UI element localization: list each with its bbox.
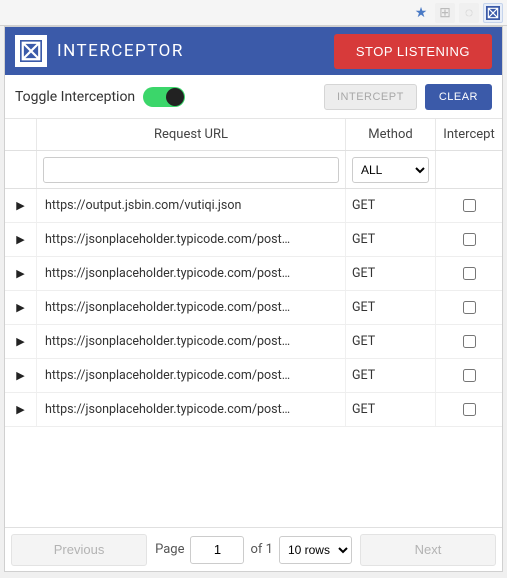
request-method-cell: GET: [346, 359, 436, 392]
intercept-checkbox[interactable]: [463, 267, 476, 280]
intercept-checkbox-cell: [436, 223, 502, 256]
expand-row-icon[interactable]: ▶: [5, 359, 37, 392]
toggle-interception-switch[interactable]: [143, 87, 185, 107]
expand-row-icon[interactable]: ▶: [5, 189, 37, 222]
intercept-checkbox[interactable]: [463, 199, 476, 212]
app-panel: INTERCEPTOR STOP LISTENING Toggle Interc…: [4, 26, 503, 572]
intercept-checkbox[interactable]: [463, 403, 476, 416]
page-number-input[interactable]: [190, 536, 244, 564]
table-row: ▶https://jsonplaceholder.typicode.com/po…: [5, 393, 502, 427]
expand-row-icon[interactable]: ▶: [5, 257, 37, 290]
rows-per-page-select[interactable]: 5 rows10 rows20 rows50 rows: [279, 536, 352, 564]
of-total-label: of 1: [250, 542, 272, 557]
col-expand-header: [5, 119, 37, 150]
request-method-cell: GET: [346, 325, 436, 358]
interceptor-extension-icon[interactable]: [483, 3, 503, 23]
url-filter-input[interactable]: [43, 157, 339, 183]
next-button[interactable]: Next: [360, 534, 496, 566]
toggle-knob: [166, 88, 184, 106]
request-method-cell: GET: [346, 223, 436, 256]
intercept-button[interactable]: INTERCEPT: [324, 84, 417, 110]
pagination: Previous Page of 1 5 rows10 rows20 rows5…: [5, 527, 502, 571]
bookmark-star-icon[interactable]: ★: [411, 3, 431, 23]
table-header: Request URL Method Intercept: [5, 119, 502, 151]
request-table: Request URL Method Intercept ALLGETPOSTP…: [5, 119, 502, 527]
request-url-cell: https://jsonplaceholder.typicode.com/pos…: [37, 325, 346, 358]
expand-row-icon[interactable]: ▶: [5, 325, 37, 358]
request-method-cell: GET: [346, 393, 436, 426]
intercept-checkbox-cell: [436, 291, 502, 324]
app-header: INTERCEPTOR STOP LISTENING: [5, 27, 502, 75]
app-title: INTERCEPTOR: [57, 41, 324, 61]
intercept-checkbox[interactable]: [463, 335, 476, 348]
table-row: ▶https://jsonplaceholder.typicode.com/po…: [5, 257, 502, 291]
toolbar: Toggle Interception INTERCEPT CLEAR: [5, 75, 502, 119]
table-body: ▶https://output.jsbin.com/vutiqi.jsonGET…: [5, 189, 502, 527]
pager-info: Page of 1 5 rows10 rows20 rows50 rows: [155, 536, 352, 564]
request-method-cell: GET: [346, 189, 436, 222]
intercept-checkbox-cell: [436, 393, 502, 426]
expand-row-icon[interactable]: ▶: [5, 393, 37, 426]
extension-icon-2[interactable]: ◌: [459, 3, 479, 23]
request-url-cell: https://jsonplaceholder.typicode.com/pos…: [37, 359, 346, 392]
app-logo-icon: [15, 35, 47, 67]
clear-button[interactable]: CLEAR: [425, 84, 492, 110]
request-url-cell: https://jsonplaceholder.typicode.com/pos…: [37, 223, 346, 256]
table-row: ▶https://jsonplaceholder.typicode.com/po…: [5, 223, 502, 257]
method-filter-select[interactable]: ALLGETPOSTPUTDELETE: [352, 157, 429, 183]
request-url-cell: https://jsonplaceholder.typicode.com/pos…: [37, 291, 346, 324]
filter-row: ALLGETPOSTPUTDELETE: [5, 151, 502, 189]
extension-icon-1[interactable]: ⊞: [435, 3, 455, 23]
col-method-header[interactable]: Method: [346, 119, 436, 150]
request-url-cell: https://jsonplaceholder.typicode.com/pos…: [37, 393, 346, 426]
intercept-checkbox[interactable]: [463, 369, 476, 382]
table-row: ▶https://jsonplaceholder.typicode.com/po…: [5, 325, 502, 359]
request-method-cell: GET: [346, 257, 436, 290]
request-method-cell: GET: [346, 291, 436, 324]
intercept-checkbox-cell: [436, 189, 502, 222]
expand-row-icon[interactable]: ▶: [5, 291, 37, 324]
intercept-checkbox-cell: [436, 257, 502, 290]
toggle-interception-label: Toggle Interception: [15, 89, 135, 105]
stop-listening-button[interactable]: STOP LISTENING: [334, 34, 492, 69]
request-url-cell: https://output.jsbin.com/vutiqi.json: [37, 189, 346, 222]
intercept-checkbox[interactable]: [463, 301, 476, 314]
request-url-cell: https://jsonplaceholder.typicode.com/pos…: [37, 257, 346, 290]
intercept-checkbox-cell: [436, 359, 502, 392]
table-row: ▶https://jsonplaceholder.typicode.com/po…: [5, 359, 502, 393]
expand-row-icon[interactable]: ▶: [5, 223, 37, 256]
intercept-checkbox[interactable]: [463, 233, 476, 246]
table-row: ▶https://output.jsbin.com/vutiqi.jsonGET: [5, 189, 502, 223]
table-row: ▶https://jsonplaceholder.typicode.com/po…: [5, 291, 502, 325]
browser-toolbar: ★ ⊞ ◌: [0, 0, 507, 26]
page-label: Page: [155, 542, 184, 557]
col-url-header[interactable]: Request URL: [37, 119, 346, 150]
col-intercept-header[interactable]: Intercept: [436, 119, 502, 150]
intercept-checkbox-cell: [436, 325, 502, 358]
previous-button[interactable]: Previous: [11, 534, 147, 566]
